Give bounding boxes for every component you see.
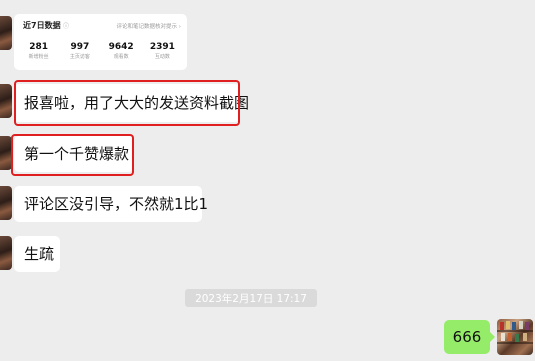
stats-metrics: 281 新增粉丝 997 主页访客 9642 观看数 2391 互动数 [18, 42, 183, 62]
stats-link: 评论和笔记数据核对提示 › [116, 24, 181, 30]
contact-avatar[interactable] [0, 84, 12, 118]
metric-value: 2391 [149, 42, 175, 52]
message-text: 评论区没引导，不然就1比1 [24, 195, 209, 213]
metric-label: 观看数 [113, 54, 129, 60]
highlight-frame [14, 80, 240, 126]
contact-avatar[interactable] [0, 16, 12, 50]
message-text: 生疏 [24, 245, 55, 263]
metric: 997 主页访客 [59, 42, 100, 62]
my-avatar[interactable] [497, 319, 533, 355]
contact-avatar[interactable] [0, 186, 12, 220]
metric-value: 281 [29, 42, 49, 52]
stats-title: 近7日数据 [23, 21, 61, 30]
my-message-bubble[interactable]: 666 [444, 320, 490, 354]
stats-screenshot-image[interactable]: 近7日数据 ⓘ 评论和笔记数据核对提示 › 281 新增粉丝 997 主页访客 … [14, 14, 187, 70]
metric-label: 新增粉丝 [28, 54, 49, 60]
message-text: 666 [452, 328, 482, 346]
timestamp: 2023年2月17日 17:17 [185, 289, 317, 307]
contact-avatar[interactable] [0, 236, 12, 270]
metric: 281 新增粉丝 [18, 42, 59, 62]
message-bubble[interactable]: 评论区没引导，不然就1比1 [14, 186, 208, 222]
highlight-frame [11, 134, 134, 176]
metric-value: 997 [70, 42, 90, 52]
metric: 2391 互动数 [142, 42, 183, 62]
metric-label: 主页访客 [69, 54, 90, 60]
metric-label: 互动数 [154, 54, 170, 60]
message-bubble[interactable]: 生疏 [14, 236, 60, 272]
metric: 9642 观看数 [101, 42, 142, 62]
metric-value: 9642 [108, 42, 134, 52]
bubble-tail [489, 331, 495, 343]
help-circle-icon: ⓘ [63, 23, 70, 30]
